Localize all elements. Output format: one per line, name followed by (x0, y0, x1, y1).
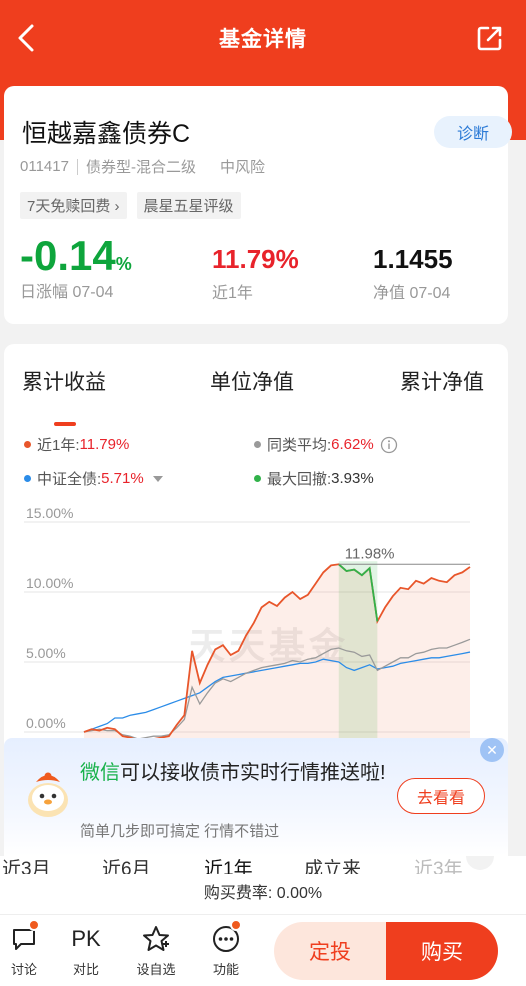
y-tick-label: 15.00% (26, 505, 73, 521)
action-buttons: 定投 购买 (274, 922, 498, 980)
legend-dot (254, 441, 261, 448)
popup-highlight: 微信 (80, 762, 120, 784)
legend-label: 最大回撤: (267, 471, 332, 488)
year-return-label: 近1年 (212, 285, 253, 302)
legend-dot (24, 441, 31, 448)
legend-dot (254, 475, 261, 482)
daily-change-label: 日涨幅 07-04 (20, 284, 114, 301)
tab-unit-nav[interactable]: 单位净值 (210, 366, 294, 396)
info-icon[interactable] (380, 436, 398, 454)
top-bar: 基金详情 (0, 0, 526, 76)
period-1y[interactable]: 近1年 (204, 856, 253, 874)
legend-dot (24, 475, 31, 482)
legend-value: 5.71% (101, 470, 144, 487)
dropdown-arrow-icon[interactable] (152, 474, 164, 484)
period-3m[interactable]: 近3月 (2, 856, 51, 874)
legend-label: 中证全债: (37, 471, 102, 488)
nav-label: 净值 07-04 (373, 285, 451, 302)
back-icon[interactable] (12, 22, 40, 54)
more-periods-icon[interactable] (466, 856, 494, 870)
period-6m[interactable]: 近6月 (102, 856, 151, 874)
pk-icon: PK (71, 926, 101, 951)
nav-label: 设自选 (136, 962, 176, 977)
legend-value: 6.62% (331, 436, 374, 453)
popup-subtitle: 简单几步即可搞定 行情不错过 (80, 823, 280, 840)
page-title: 基金详情 (219, 28, 307, 51)
nav-label: 对比 (72, 962, 99, 977)
mascot-icon (28, 772, 68, 817)
peak-label: 11.98% (345, 545, 395, 562)
nav-compare[interactable]: PK 对比 (56, 923, 116, 978)
fund-meta: 011417 债券型-混合二级 中风险 (20, 156, 265, 177)
fund-code: 011417 (20, 158, 69, 175)
daily-change-unit: % (115, 254, 132, 274)
divider (76, 158, 78, 175)
legend-drawdown: 最大回撤: 3.93% (254, 468, 374, 489)
popup-message: 微信可以接收债市实时行情推送啦! (80, 758, 400, 788)
fund-risk: 中风险 (219, 159, 265, 176)
tab-cumulative-nav[interactable]: 累计净值 (400, 366, 484, 396)
legend-value: 3.93% (331, 470, 374, 487)
legend-fund: 近1年: 11.79% (24, 434, 129, 455)
nav-discuss[interactable]: 讨论 (0, 919, 54, 978)
period-3y[interactable]: 近3年 (414, 856, 463, 874)
period-since-inception[interactable]: 成立来 (304, 856, 361, 874)
fund-name: 恒越嘉鑫债券C (22, 120, 191, 148)
period-selector: 近3月 近6月 近1年 成立来 近3年 (0, 856, 526, 874)
nav-value: 1.1455 (373, 244, 453, 274)
tab-cumulative-return[interactable]: 累计收益 (22, 366, 106, 396)
daily-change-number: -0.14 (20, 232, 116, 279)
y-tick-label: 5.00% (26, 645, 66, 661)
bottom-bar: 讨论 PK 对比 设自选 功能 定投 购买 (0, 914, 526, 986)
nav-label: 功能 (212, 962, 239, 977)
chart-tabs: 累计收益 单位净值 累计净值 (4, 366, 508, 426)
nav-functions[interactable]: 功能 (196, 919, 256, 978)
notification-badge (230, 919, 242, 931)
notification-badge (28, 919, 40, 931)
popup-message-text: 可以接收债市实时行情推送啦! (120, 762, 386, 784)
legend-bond-index[interactable]: 中证全债: 5.71% (24, 468, 164, 489)
fund-info-card: 恒越嘉鑫债券C 诊断 011417 债券型-混合二级 中风险 7天免赎回费 › … (4, 86, 512, 324)
close-icon[interactable]: ✕ (480, 738, 504, 762)
legend-label: 近1年: (37, 437, 80, 454)
nav-add-watchlist[interactable]: 设自选 (126, 923, 186, 978)
y-tick-label: 10.00% (26, 575, 73, 591)
tag-redemption-fee[interactable]: 7天免赎回费 › (20, 192, 127, 219)
nav-stat: 1.1455 净值 07-04 (373, 244, 453, 303)
year-return-stat: 11.79% 近1年 (212, 244, 299, 303)
share-icon[interactable] (476, 24, 504, 52)
legend-label: 同类平均: (267, 437, 332, 454)
purchase-fee: 购买费率: 0.00% (0, 874, 526, 914)
diagnose-button[interactable]: 诊断 (434, 116, 512, 148)
star-icon (143, 926, 169, 951)
active-tab-indicator (54, 422, 76, 426)
buy-button[interactable]: 购买 (386, 922, 498, 980)
wechat-push-popup: 微信可以接收债市实时行情推送啦! 简单几步即可搞定 行情不错过 去看看 ✕ (4, 738, 508, 856)
fund-tags: 7天免赎回费 › 晨星五星评级 (20, 192, 241, 219)
tag-morningstar: 晨星五星评级 (136, 192, 241, 219)
legend-value: 11.79% (79, 436, 130, 453)
nav-label: 讨论 (10, 962, 37, 977)
y-tick-label: 0.00% (26, 715, 66, 731)
daily-change-value: -0.14% (20, 232, 132, 280)
year-return-value: 11.79% (212, 244, 299, 274)
daily-change-stat: -0.14% 日涨幅 07-04 (20, 232, 132, 302)
auto-invest-button[interactable]: 定投 (274, 922, 386, 980)
popup-go-button[interactable]: 去看看 (397, 778, 485, 814)
fund-type: 债券型-混合二级 (85, 159, 196, 176)
legend-peer: 同类平均: 6.62% (254, 434, 398, 455)
